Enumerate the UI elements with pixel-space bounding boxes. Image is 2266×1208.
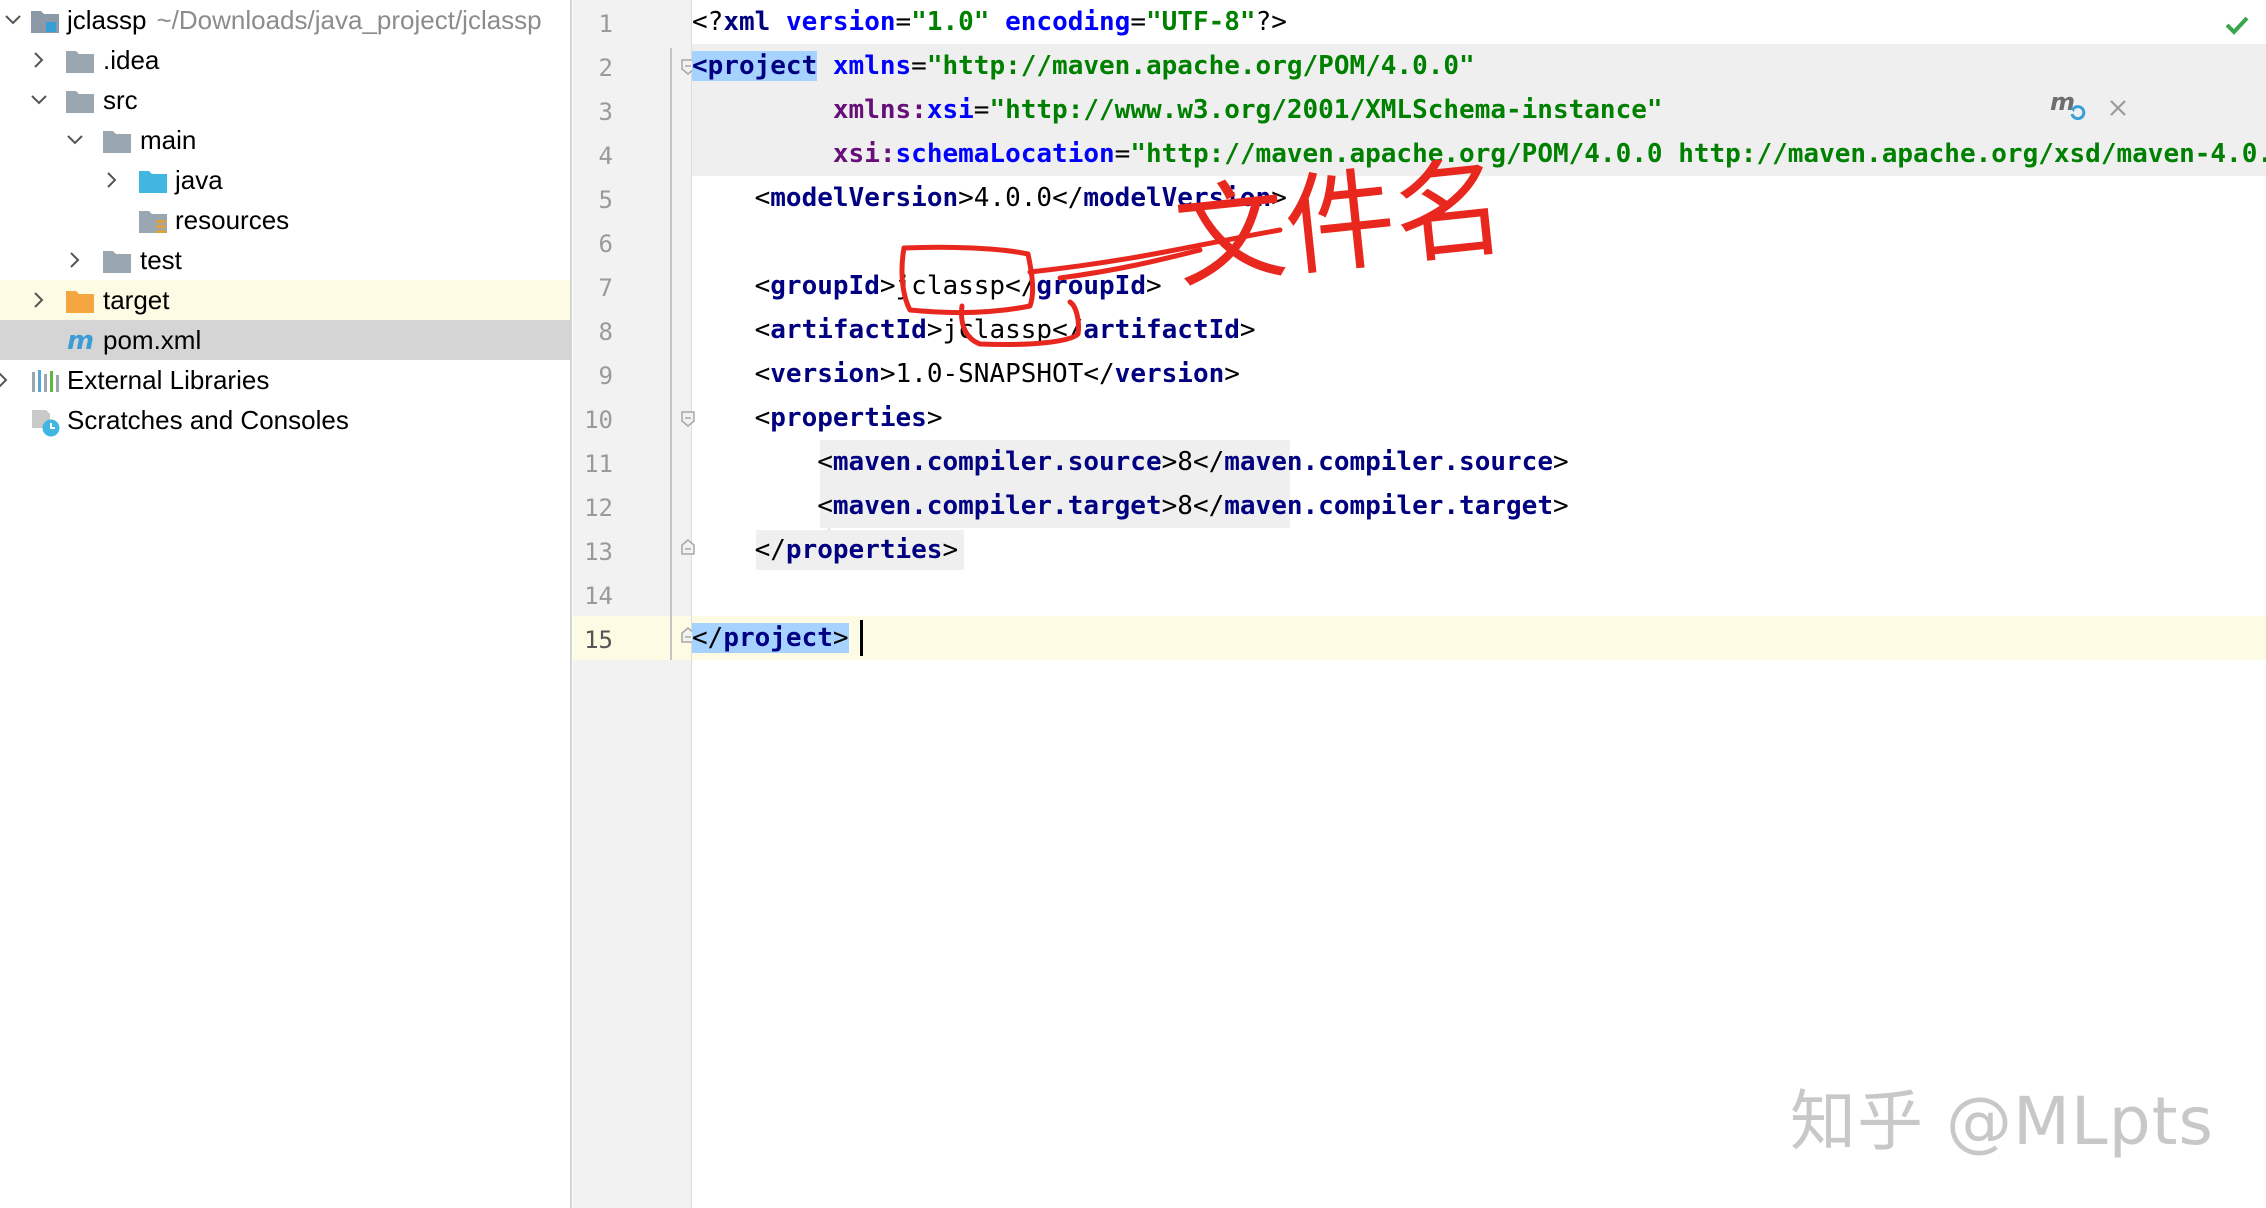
line-number: 2 [598, 54, 613, 82]
text-caret [860, 620, 863, 656]
folder-icon [103, 251, 131, 273]
folder-icon [103, 131, 131, 153]
tree-item-label: target [103, 285, 170, 315]
tree-item-scratches[interactable]: Scratches and Consoles [0, 400, 570, 440]
tree-item-label: main [140, 125, 197, 155]
maven-reload-icon[interactable]: m [2048, 88, 2088, 124]
tree-item-label: pom.xml [103, 325, 202, 355]
source-folder-icon [139, 171, 167, 193]
scratches-icon [32, 410, 60, 437]
code-line-12: <maven.compiler.target>8</maven.compiler… [692, 491, 1569, 521]
code-line-3: xmlns:xsi="http://www.w3.org/2001/XMLSch… [832, 95, 1663, 125]
resources-folder-icon [139, 211, 167, 233]
code-line-2: <project xmlns="http://maven.apache.org/… [692, 51, 1475, 81]
chevron-right-icon[interactable] [103, 171, 121, 189]
line-number: 14 [584, 582, 613, 610]
close-icon[interactable] [2108, 98, 2128, 118]
code-line-13: </properties> [692, 535, 959, 565]
tree-item-pom[interactable]: m pom.xml [0, 320, 570, 360]
chevron-right-icon[interactable] [30, 51, 48, 69]
tree-item-java[interactable]: java [0, 160, 570, 200]
line-number: 8 [598, 318, 613, 346]
tree-row-root[interactable]: jclassp ~/Downloads/java_project/jclassp [0, 0, 570, 40]
project-tree: jclassp ~/Downloads/java_project/jclassp … [0, 0, 572, 1208]
code-line-15: </project> [692, 623, 849, 653]
tree-root-label: jclassp ~/Downloads/java_project/jclassp [67, 5, 542, 35]
line-number: 13 [584, 538, 613, 566]
tree-item-label: resources [175, 205, 290, 235]
module-folder-icon [31, 11, 59, 33]
tree-item-label: src [103, 85, 138, 115]
current-line-highlight [692, 616, 2266, 660]
libraries-icon [32, 370, 59, 392]
tree-item-main[interactable]: main [0, 120, 570, 160]
tree-item-idea[interactable]: .idea [0, 40, 570, 80]
line-number: 10 [584, 406, 613, 434]
tree-item-label: .idea [103, 45, 160, 75]
tree-item-src[interactable]: src [0, 80, 570, 120]
tree-item-label: java [175, 165, 223, 195]
chevron-down-icon[interactable] [30, 91, 48, 109]
editor-gutter: 1 2 3 4 5 6 7 8 9 10 11 12 13 14 15 [573, 0, 692, 1208]
tree-item-external-libraries[interactable]: External Libraries [0, 360, 570, 400]
annotation-text: 文件名 [1169, 160, 1511, 304]
line-number: 4 [598, 142, 613, 170]
line-number: 9 [598, 362, 613, 390]
line-number: 1 [598, 10, 613, 38]
tree-item-label: Scratches and Consoles [67, 405, 349, 435]
tree-item-resources[interactable]: resources [0, 200, 570, 240]
watermark: 知乎 @MLpts [1790, 1083, 2214, 1160]
check-icon [2225, 16, 2249, 35]
line-number: 15 [584, 626, 613, 654]
chevron-down-icon[interactable] [4, 11, 22, 29]
line-number: 7 [598, 274, 613, 302]
code-line-11: <maven.compiler.source>8</maven.compiler… [692, 447, 1569, 477]
line-number: 6 [598, 230, 613, 258]
chevron-right-icon[interactable] [0, 371, 12, 389]
chevron-down-icon[interactable] [66, 131, 84, 149]
code-line-1: <?xml version="1.0" encoding="UTF-8"?> [692, 7, 1287, 37]
red-annotation: 文件名 [899, 160, 1511, 348]
chevron-right-icon[interactable] [30, 291, 48, 309]
tree-item-label: External Libraries [67, 365, 270, 395]
line-number: 11 [584, 450, 613, 478]
chevron-right-icon[interactable] [66, 251, 84, 269]
folder-icon [66, 51, 94, 73]
maven-file-icon: m [67, 326, 94, 354]
tree-item-target[interactable]: target [0, 280, 570, 320]
svg-text:m: m [2050, 88, 2075, 116]
folder-icon [66, 91, 94, 113]
line-number: 12 [584, 494, 613, 522]
line-number: 3 [598, 98, 613, 126]
code-line-10: <properties> [692, 403, 943, 433]
line-number: 5 [598, 186, 613, 214]
fold-guide [670, 48, 672, 660]
tree-item-label: test [140, 245, 182, 275]
svg-text:m: m [67, 326, 94, 354]
tree-item-test[interactable]: test [0, 240, 570, 280]
excluded-folder-icon [66, 291, 94, 313]
